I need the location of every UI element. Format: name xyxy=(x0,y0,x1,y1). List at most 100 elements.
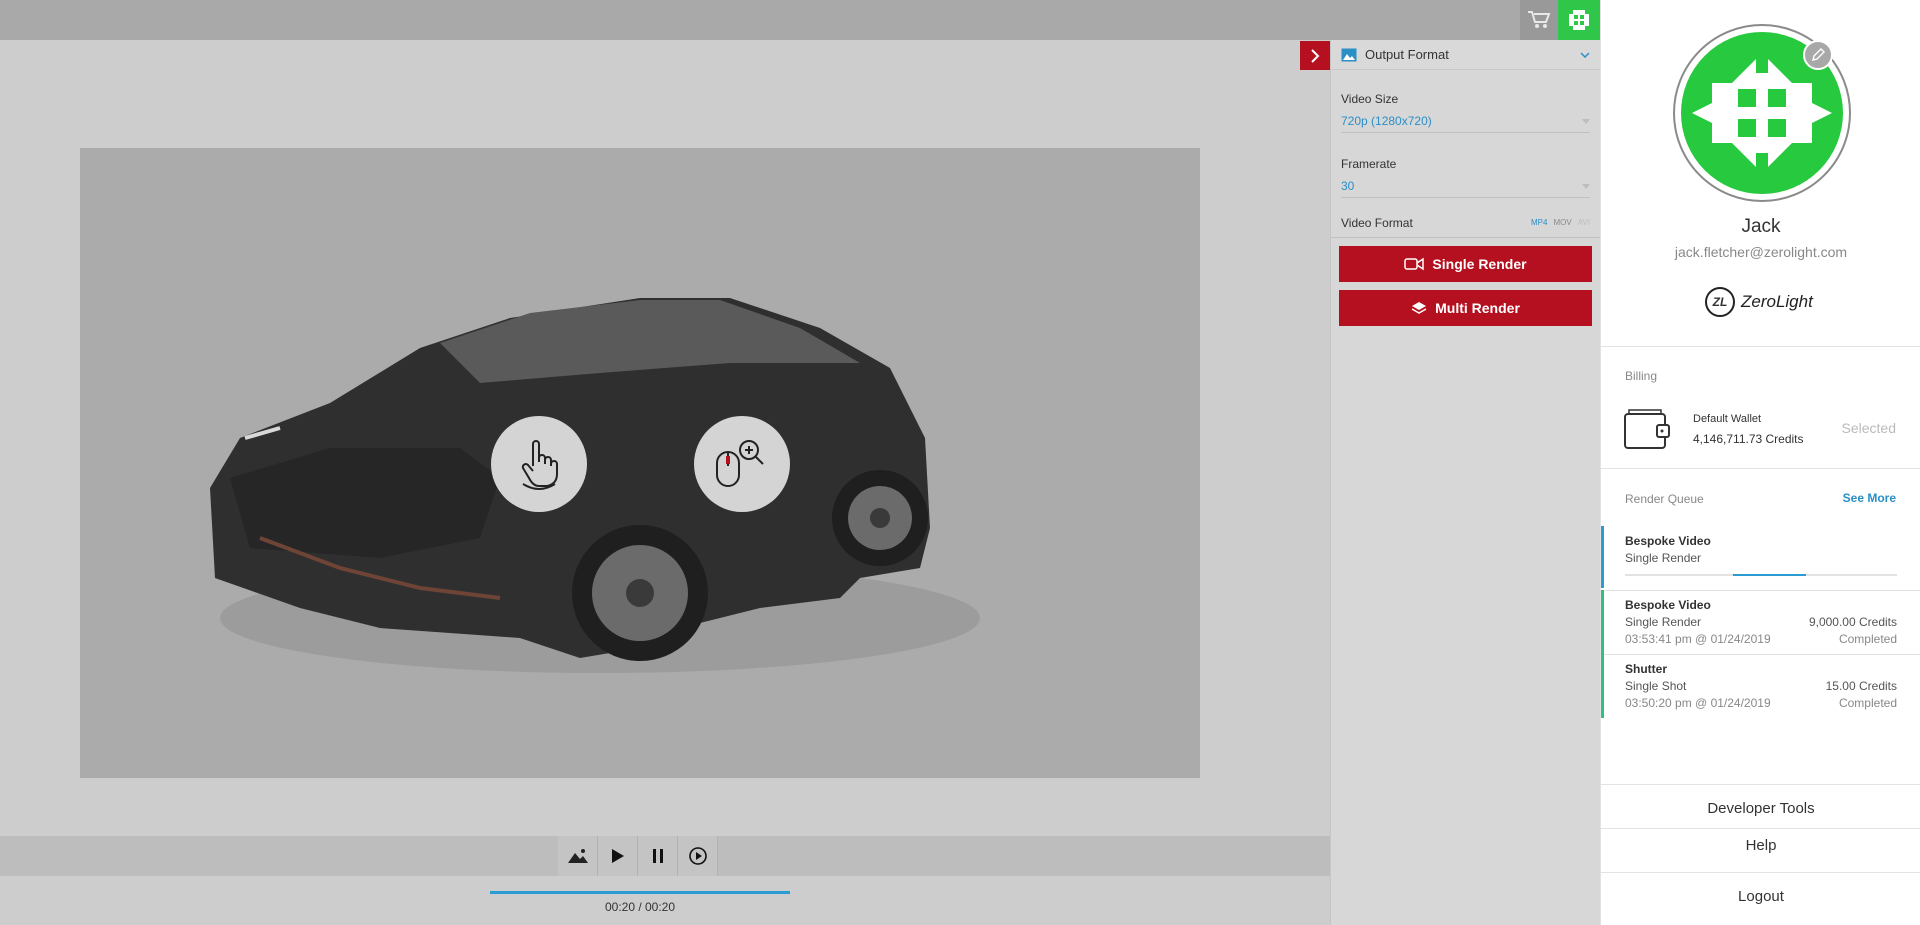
wallet-name: Default Wallet xyxy=(1693,413,1762,425)
divider xyxy=(1601,346,1920,347)
video-format-label: Video Format xyxy=(1341,215,1413,230)
brand-name: ZeroLight xyxy=(1741,292,1813,311)
divider xyxy=(1601,468,1920,469)
replay-button[interactable] xyxy=(678,836,718,876)
queue-item-type: Single Shot xyxy=(1625,679,1687,693)
pause-button[interactable] xyxy=(638,836,678,876)
player-bar xyxy=(0,836,1330,876)
play-icon xyxy=(611,849,624,863)
layers-icon xyxy=(1411,302,1427,314)
single-render-button[interactable]: Single Render xyxy=(1339,246,1592,282)
format-option-mp4[interactable]: MP4 xyxy=(1531,218,1547,227)
queue-item-completed[interactable]: Bespoke Video Single Render 9,000.00 Cre… xyxy=(1601,590,1920,654)
queue-item-cost: 15.00 Credits xyxy=(1825,679,1897,693)
render-queue-label: Render Queue xyxy=(1625,492,1704,506)
user-email: jack.fletcher@zerolight.com xyxy=(1674,244,1848,260)
queue-item-line: 03:50:20 pm @ 01/24/2019 Completed xyxy=(1625,696,1897,710)
identicon-icon xyxy=(1569,10,1589,30)
timeline-progress[interactable] xyxy=(490,891,790,894)
video-size-select[interactable]: 720p (1280x720) xyxy=(1341,106,1590,133)
rotate-hint xyxy=(491,416,587,512)
logout-link[interactable]: Logout xyxy=(1601,888,1920,905)
queue-item-status: Completed xyxy=(1838,632,1897,646)
queue-item-line: Single Render xyxy=(1625,551,1897,565)
edit-avatar-button[interactable] xyxy=(1803,40,1833,70)
cart-button[interactable] xyxy=(1520,0,1558,40)
divider xyxy=(1601,784,1920,785)
multi-render-label: Multi Render xyxy=(1435,300,1520,316)
framerate-label: Framerate xyxy=(1341,157,1397,171)
framerate-select[interactable]: 30 xyxy=(1341,171,1590,198)
image-icon xyxy=(1341,48,1357,61)
video-camera-icon xyxy=(1404,257,1425,271)
chevron-down-icon xyxy=(1580,51,1590,58)
viewport-area xyxy=(0,40,1330,835)
top-bar xyxy=(0,0,1600,40)
timeline: 00:20 / 00:20 xyxy=(0,876,1330,925)
queue-item-type: Single Render xyxy=(1625,615,1702,629)
queue-item-line: Single Render 9,000.00 Credits xyxy=(1625,615,1897,629)
hand-rotate-icon xyxy=(521,440,558,490)
queue-item-time: 03:53:41 pm @ 01/24/2019 xyxy=(1625,632,1771,646)
wallet-credits: 4,146,711.73 Credits xyxy=(1693,432,1804,446)
image-icon xyxy=(567,849,588,863)
wallet-selected-status[interactable]: Selected xyxy=(1842,420,1896,436)
mouse-zoom-icon xyxy=(716,440,764,487)
format-option-mov[interactable]: MOV xyxy=(1553,218,1571,227)
wallet-icon xyxy=(1624,409,1670,449)
billing-label: Billing xyxy=(1625,369,1658,383)
time-display: 00:20 / 00:20 xyxy=(604,900,676,914)
see-more-link[interactable]: See More xyxy=(1843,491,1896,505)
player-controls xyxy=(558,836,718,876)
queue-item-line: Single Shot 15.00 Credits xyxy=(1625,679,1897,693)
framerate-field: Framerate 30 xyxy=(1331,157,1600,198)
pencil-icon xyxy=(1812,48,1825,61)
snapshot-button[interactable] xyxy=(558,836,598,876)
video-format-options: MP4 MOV AVI xyxy=(1531,218,1590,227)
video-format-row: Video Format MP4 MOV AVI xyxy=(1331,208,1600,238)
zerolight-logo: ZL ZeroLight xyxy=(1705,287,1813,317)
queue-status-bar xyxy=(1601,526,1604,588)
brand-badge: ZL xyxy=(1705,287,1735,317)
chevron-right-icon xyxy=(1311,48,1320,63)
developer-tools-link[interactable]: Developer Tools xyxy=(1601,800,1920,817)
collapse-panel-button[interactable] xyxy=(1300,41,1330,70)
chevron-down-icon xyxy=(1582,118,1590,124)
replay-icon xyxy=(688,847,707,865)
queue-status-bar xyxy=(1601,590,1604,654)
zoom-hint xyxy=(694,416,790,512)
cart-icon xyxy=(1528,11,1551,28)
account-panel: Jack jack.fletcher@zerolight.com ZL Zero… xyxy=(1600,0,1920,925)
video-size-label: Video Size xyxy=(1341,92,1399,106)
queue-item-status: Completed xyxy=(1838,696,1897,710)
queue-item-completed[interactable]: Shutter Single Shot 15.00 Credits 03:50:… xyxy=(1601,654,1920,718)
help-link[interactable]: Help xyxy=(1601,837,1920,854)
framerate-value: 30 xyxy=(1341,179,1355,193)
queue-item-line: 03:53:41 pm @ 01/24/2019 Completed xyxy=(1625,632,1897,646)
queue-item-time: 03:50:20 pm @ 01/24/2019 xyxy=(1625,696,1771,710)
queue-item-title: Shutter xyxy=(1625,662,1667,676)
output-format-title: Output Format xyxy=(1365,47,1449,62)
queue-progress-fill xyxy=(1733,574,1806,576)
output-format-header[interactable]: Output Format xyxy=(1331,40,1600,70)
user-avatar-button[interactable] xyxy=(1558,0,1600,40)
user-name: Jack xyxy=(1741,216,1781,237)
queue-item-title: Bespoke Video xyxy=(1625,598,1711,612)
multi-render-button[interactable]: Multi Render xyxy=(1339,290,1592,326)
divider xyxy=(1601,828,1920,829)
divider xyxy=(1601,872,1920,873)
video-size-value: 720p (1280x720) xyxy=(1341,114,1432,128)
chevron-down-icon xyxy=(1582,183,1590,189)
play-button[interactable] xyxy=(598,836,638,876)
queue-item-title: Bespoke Video xyxy=(1625,534,1711,548)
queue-item-active[interactable]: Bespoke Video Single Render xyxy=(1601,526,1920,588)
queue-status-bar xyxy=(1601,654,1604,718)
single-render-label: Single Render xyxy=(1432,256,1527,272)
output-settings-panel: Output Format Video Size 720p (1280x720)… xyxy=(1330,40,1600,925)
format-option-avi[interactable]: AVI xyxy=(1578,218,1590,227)
queue-progress xyxy=(1625,574,1897,576)
render-viewport[interactable] xyxy=(80,148,1200,778)
queue-item-cost: 9,000.00 Credits xyxy=(1808,615,1897,629)
queue-item-type: Single Render xyxy=(1625,551,1702,565)
pause-icon xyxy=(652,849,663,863)
